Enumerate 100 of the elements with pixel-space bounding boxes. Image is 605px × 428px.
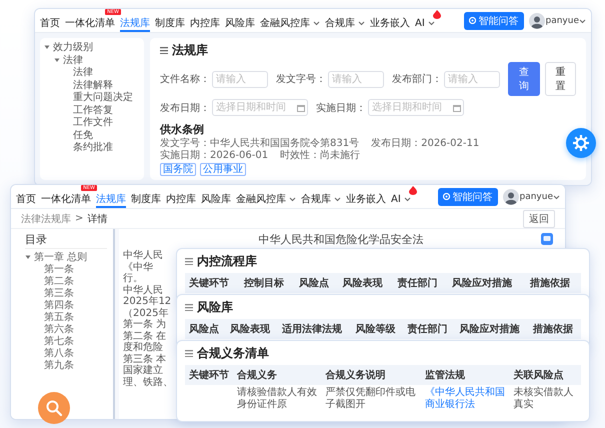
breadcrumb-item: 详情 bbox=[87, 212, 108, 226]
column-header: 合规义务说明 bbox=[322, 365, 421, 385]
input-field[interactable]: 请输入 bbox=[444, 70, 500, 88]
nav-item[interactable]: 业务嵌入 bbox=[346, 192, 386, 208]
nav-item[interactable]: 首页 bbox=[16, 192, 36, 208]
column-header: 关联风险点 bbox=[510, 365, 581, 385]
document-title: 中华人民共和国危险化学品安全法 bbox=[258, 232, 424, 247]
column-header: 风险表现 bbox=[226, 319, 278, 339]
column-header: 监管法规 bbox=[421, 365, 510, 385]
back-button[interactable]: 返回 bbox=[523, 210, 555, 228]
column-header: 风险应对措施 bbox=[448, 273, 526, 293]
chatbot-icon[interactable] bbox=[541, 233, 553, 245]
toc-item[interactable]: 第一章 总则 bbox=[34, 250, 88, 264]
assistant-button[interactable]: 智能问答 bbox=[438, 188, 498, 206]
toc-item[interactable]: 第四条 bbox=[44, 298, 74, 312]
tree-item[interactable]: 法律 bbox=[73, 65, 93, 80]
field-label: 文件名称： bbox=[160, 72, 210, 86]
toc-item[interactable]: 第六条 bbox=[44, 322, 74, 336]
nav-item[interactable]: 内控库 bbox=[166, 192, 196, 208]
tree-item[interactable]: 条约批准 bbox=[73, 140, 113, 154]
nav-item[interactable]: 业务嵌入 bbox=[370, 16, 410, 32]
nav-item[interactable]: 法规库 bbox=[96, 192, 126, 208]
tag[interactable]: 国务院 bbox=[160, 163, 196, 176]
caret-icon[interactable] bbox=[553, 194, 560, 200]
toc-item[interactable]: 第五条 bbox=[44, 310, 74, 324]
column-header: 风险表现 bbox=[338, 273, 394, 293]
nav-item[interactable]: 金融风控库 bbox=[236, 192, 296, 208]
document-text: 《中华 bbox=[123, 262, 154, 273]
column-header: 责任部门 bbox=[404, 319, 456, 339]
document-text: 行。 bbox=[123, 273, 144, 284]
nav-item[interactable]: 合规库 bbox=[301, 192, 341, 208]
document-text: 中华人民 bbox=[123, 284, 164, 296]
toc-item[interactable]: 第七条 bbox=[44, 334, 74, 348]
result-title[interactable]: 供水条例 bbox=[160, 122, 204, 137]
list-icon bbox=[160, 47, 168, 54]
document-text: 中华人民 bbox=[123, 250, 164, 262]
input-field[interactable]: 请输入 bbox=[212, 70, 268, 88]
toc-item[interactable]: 第九条 bbox=[44, 358, 74, 372]
result-meta: 时效性：尚未施行 bbox=[280, 150, 360, 162]
tag[interactable]: 公用事业 bbox=[200, 163, 246, 176]
tree-item[interactable]: 工作文件 bbox=[73, 115, 113, 130]
caret-icon[interactable] bbox=[44, 44, 50, 50]
date-field[interactable]: 选择日期和时间 bbox=[368, 99, 464, 116]
settings-icon bbox=[572, 134, 590, 152]
user-name[interactable]: panyue bbox=[546, 16, 579, 26]
date-field[interactable]: 选择日期和时间 bbox=[212, 99, 308, 116]
nav-item[interactable]: 首页 bbox=[40, 16, 60, 32]
field-label: 发布部门： bbox=[392, 72, 442, 86]
nav-item[interactable]: 制度库 bbox=[155, 16, 185, 32]
document-text: 第一条 为 bbox=[123, 319, 168, 330]
caret-icon[interactable] bbox=[579, 18, 586, 24]
avatar-icon bbox=[502, 188, 518, 204]
toc-item[interactable]: 第一条 bbox=[44, 262, 74, 276]
input-field[interactable]: 请输入 bbox=[328, 70, 384, 88]
caret-icon[interactable] bbox=[25, 254, 31, 260]
search-icon bbox=[45, 399, 63, 417]
list-icon bbox=[185, 350, 193, 357]
nav-item[interactable]: 金融风控库 bbox=[260, 16, 320, 32]
assistant-button[interactable]: 智能问答 bbox=[464, 12, 524, 30]
column-header: 措施依据 bbox=[526, 273, 581, 293]
document-text: 第二条 在 bbox=[123, 330, 168, 342]
caret-icon[interactable] bbox=[54, 56, 60, 63]
toc-item[interactable]: 第八条 bbox=[44, 346, 74, 360]
field-label: 实施日期： bbox=[316, 102, 366, 114]
nav-item[interactable]: 一体化清单 bbox=[65, 16, 115, 32]
calendar-icon bbox=[297, 104, 305, 112]
reset-button[interactable]: 重置 bbox=[544, 62, 576, 96]
search-button[interactable]: 查询 bbox=[508, 62, 540, 96]
breadcrumb-separator: > bbox=[75, 213, 84, 224]
document-text: （2025年 bbox=[123, 308, 169, 318]
document-text: 度和危险 bbox=[123, 342, 164, 354]
user-name[interactable]: panyue bbox=[520, 192, 553, 202]
column-header: 风险等级 bbox=[352, 319, 404, 339]
breadcrumb-item[interactable]: 法律法规库 bbox=[21, 212, 71, 226]
tree-item[interactable]: 工作答复 bbox=[73, 102, 113, 117]
nav-item[interactable]: 合规库 bbox=[325, 16, 365, 32]
toc-title: 目录 bbox=[25, 232, 107, 249]
nav-item[interactable]: 制度库 bbox=[131, 192, 161, 208]
document-text: 国家建立 bbox=[123, 365, 164, 376]
nav-item[interactable]: 内控库 bbox=[190, 16, 220, 32]
column-header: 措施依据 bbox=[529, 319, 581, 339]
nav-item[interactable]: 一体化清单 bbox=[41, 192, 91, 208]
table-cell: 严禁仅凭翻印件或电子截图开 bbox=[322, 385, 421, 413]
panel-title: 法规库 bbox=[172, 42, 208, 59]
document-text: 第三条 本 bbox=[123, 354, 168, 364]
toc-item[interactable]: 第二条 bbox=[44, 274, 74, 288]
tree-item[interactable]: 法律 bbox=[63, 52, 83, 67]
result-meta: 发文字号：中华人民共和国国务院令第831号 bbox=[160, 138, 360, 150]
nav-item[interactable]: 风险库 bbox=[201, 192, 231, 208]
nav-item[interactable]: AI bbox=[391, 192, 411, 208]
nav-item[interactable]: AI bbox=[415, 16, 435, 32]
document-text: 2025年12 bbox=[123, 296, 169, 308]
regulation-link[interactable]: 《中华人民共和国商业银行法 bbox=[421, 385, 510, 413]
nav-item[interactable]: 风险库 bbox=[225, 16, 255, 32]
tree-item[interactable]: 法律解释 bbox=[73, 78, 113, 92]
tree-item[interactable]: 重大问题决定 bbox=[73, 90, 133, 104]
tree-item[interactable]: 任免 bbox=[73, 128, 93, 142]
tree-item[interactable]: 效力级别 bbox=[53, 40, 93, 54]
table-cell: 请核验借款人有效身份证件原 bbox=[233, 385, 322, 413]
toc-item[interactable]: 第三条 bbox=[44, 286, 74, 300]
